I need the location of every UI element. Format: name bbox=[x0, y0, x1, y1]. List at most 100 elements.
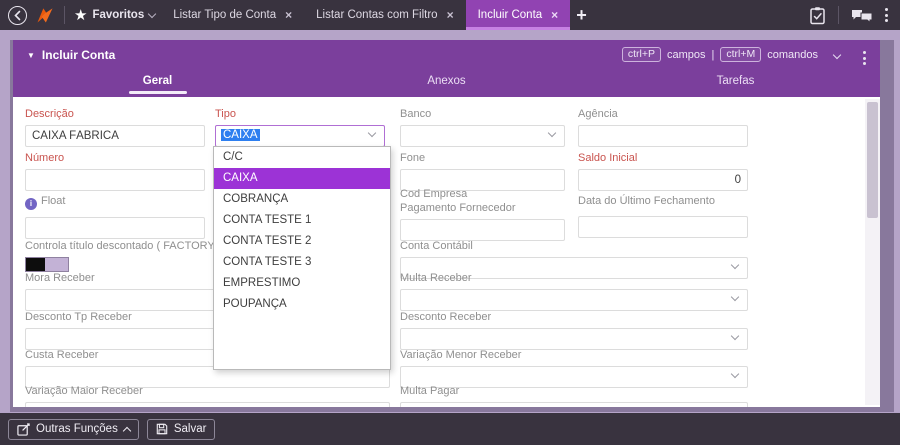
field-variacao-menor-receber: Variação Menor Receber bbox=[400, 349, 748, 388]
tab-anexos[interactable]: Anexos bbox=[302, 71, 591, 97]
saldo-inicial-input[interactable] bbox=[578, 169, 748, 191]
salvar-button[interactable]: Salvar bbox=[147, 419, 216, 440]
descricao-input[interactable] bbox=[25, 125, 205, 147]
data-ultimo-fechamento-input[interactable] bbox=[578, 216, 748, 238]
app-logo-icon[interactable] bbox=[35, 5, 55, 25]
numero-label: Número bbox=[25, 152, 205, 166]
active-tab-underline bbox=[129, 91, 187, 94]
field-fone: Fone bbox=[400, 152, 565, 191]
tab-incluir-conta[interactable]: Incluir Conta × bbox=[466, 0, 571, 30]
form-geral: Descrição Tipo CAIXA Banco Agência bbox=[13, 97, 880, 407]
divider bbox=[838, 6, 839, 24]
banco-label: Banco bbox=[400, 108, 565, 122]
field-numero: Número bbox=[25, 152, 205, 191]
chat-messages-icon[interactable] bbox=[851, 7, 873, 23]
separator: | bbox=[712, 49, 715, 61]
arrow-left-icon bbox=[12, 10, 23, 21]
field-multa-receber: Multa Receber bbox=[400, 272, 748, 311]
info-icon[interactable]: i bbox=[25, 198, 37, 210]
favorites-label: Favoritos bbox=[92, 9, 144, 21]
ctrl-p-keycap: ctrl+P bbox=[622, 47, 661, 62]
multa-receber-select[interactable] bbox=[400, 289, 748, 311]
tab-listar-tipo-de-conta[interactable]: Listar Tipo de Conta × bbox=[161, 0, 304, 30]
numero-input[interactable] bbox=[25, 169, 205, 191]
dropdown-option[interactable]: EMPRESTIMO bbox=[214, 273, 390, 294]
desconto-receber-label: Desconto Receber bbox=[400, 311, 748, 325]
agencia-label: Agência bbox=[578, 108, 748, 122]
cod-empresa-input[interactable] bbox=[400, 219, 565, 241]
panel-title[interactable]: ▼ Incluir Conta bbox=[27, 48, 115, 62]
float-input[interactable] bbox=[25, 217, 205, 239]
agencia-input[interactable] bbox=[578, 125, 748, 147]
back-button[interactable] bbox=[8, 6, 27, 25]
close-icon[interactable]: × bbox=[551, 8, 558, 22]
tipo-select[interactable]: CAIXA bbox=[215, 125, 385, 147]
dropdown-option[interactable]: CONTA TESTE 1 bbox=[214, 210, 390, 231]
chevron-down-icon bbox=[731, 370, 739, 378]
multa-receber-label: Multa Receber bbox=[400, 272, 748, 286]
field-banco: Banco bbox=[400, 108, 565, 147]
tab-listar-contas-com-filtro[interactable]: Listar Contas com Filtro × bbox=[304, 0, 465, 30]
dropdown-option[interactable]: POUPANÇA bbox=[214, 294, 390, 315]
panel-menu-icon[interactable] bbox=[861, 49, 868, 67]
tipo-dropdown-list: C/C CAIXA COBRANÇA CONTA TESTE 1 CONTA T… bbox=[213, 146, 391, 370]
tab-geral[interactable]: Geral bbox=[13, 71, 302, 97]
chevron-down-icon bbox=[148, 9, 156, 17]
chevron-up-icon bbox=[123, 426, 131, 434]
field-saldo-inicial: Saldo Inicial bbox=[578, 152, 748, 191]
dropdown-option-highlighted[interactable]: CAIXA bbox=[214, 168, 390, 189]
field-desconto-receber: Desconto Receber bbox=[400, 311, 748, 350]
field-multa-pagar: Multa Pagar bbox=[400, 385, 748, 407]
chevron-down-icon bbox=[731, 261, 739, 269]
collapse-icon: ▼ bbox=[27, 51, 35, 60]
float-label: iFloat bbox=[25, 195, 205, 210]
tipo-selected-value: CAIXA bbox=[221, 129, 260, 141]
field-agencia: Agência bbox=[578, 108, 748, 147]
clipboard-check-icon[interactable] bbox=[809, 6, 826, 25]
desconto-receber-select[interactable] bbox=[400, 328, 748, 350]
chevron-down-icon[interactable] bbox=[834, 49, 840, 61]
field-float: iFloat bbox=[25, 195, 205, 239]
campos-label: campos bbox=[667, 49, 706, 61]
close-icon[interactable]: × bbox=[285, 8, 292, 22]
scrollbar-thumb[interactable] bbox=[867, 102, 878, 218]
variacao-maior-receber-label: Variação Maior Receber bbox=[25, 385, 390, 399]
footer-bar: Outras Funções Salvar bbox=[0, 413, 900, 445]
variacao-maior-receber-input[interactable] bbox=[25, 402, 390, 407]
chevron-down-icon bbox=[368, 129, 376, 137]
tipo-label: Tipo bbox=[215, 108, 385, 122]
edit-icon bbox=[17, 423, 30, 436]
comandos-label: comandos bbox=[767, 49, 818, 61]
vertical-scrollbar[interactable] bbox=[865, 99, 880, 405]
dropdown-option[interactable]: COBRANÇA bbox=[214, 189, 390, 210]
descricao-label: Descrição bbox=[25, 108, 205, 122]
dropdown-option[interactable]: C/C bbox=[214, 147, 390, 168]
field-data-ultimo-fechamento: Data do Último Fechamento bbox=[578, 195, 748, 238]
divider bbox=[64, 6, 65, 24]
outras-funcoes-button[interactable]: Outras Funções bbox=[8, 419, 139, 440]
cod-empresa-label: Cod Empresa Pagamento Fornecedor bbox=[400, 188, 520, 216]
ctrl-m-keycap: ctrl+M bbox=[720, 47, 761, 62]
saldo-inicial-label: Saldo Inicial bbox=[578, 152, 748, 166]
panel-tabs: Geral Anexos Tarefas bbox=[13, 71, 880, 97]
more-options-icon[interactable] bbox=[883, 6, 890, 24]
multa-pagar-input[interactable] bbox=[400, 402, 748, 407]
field-descricao: Descrição bbox=[25, 108, 205, 147]
shortcut-hints: ctrl+P campos | ctrl+M comandos bbox=[622, 47, 840, 62]
close-icon[interactable]: × bbox=[447, 8, 454, 22]
variacao-menor-receber-label: Variação Menor Receber bbox=[400, 349, 748, 363]
field-cod-empresa: Cod Empresa Pagamento Fornecedor bbox=[400, 188, 520, 241]
app-window: ★ Favoritos Listar Tipo de Conta × Lista… bbox=[0, 0, 900, 445]
banco-select[interactable] bbox=[400, 125, 565, 147]
tab-tarefas[interactable]: Tarefas bbox=[591, 71, 880, 97]
controla-titulo-toggle[interactable] bbox=[25, 257, 69, 272]
multa-pagar-label: Multa Pagar bbox=[400, 385, 748, 399]
dropdown-option[interactable]: CONTA TESTE 2 bbox=[214, 231, 390, 252]
favorites-menu[interactable]: ★ Favoritos bbox=[74, 8, 155, 23]
top-bar: ★ Favoritos Listar Tipo de Conta × Lista… bbox=[0, 0, 900, 30]
field-variacao-maior-receber: Variação Maior Receber bbox=[25, 385, 390, 407]
incluir-conta-panel: ▼ Incluir Conta ctrl+P campos | ctrl+M c… bbox=[10, 40, 894, 412]
dropdown-option[interactable]: CONTA TESTE 3 bbox=[214, 252, 390, 273]
chevron-down-icon bbox=[731, 332, 739, 340]
add-tab-button[interactable]: + bbox=[576, 5, 587, 26]
